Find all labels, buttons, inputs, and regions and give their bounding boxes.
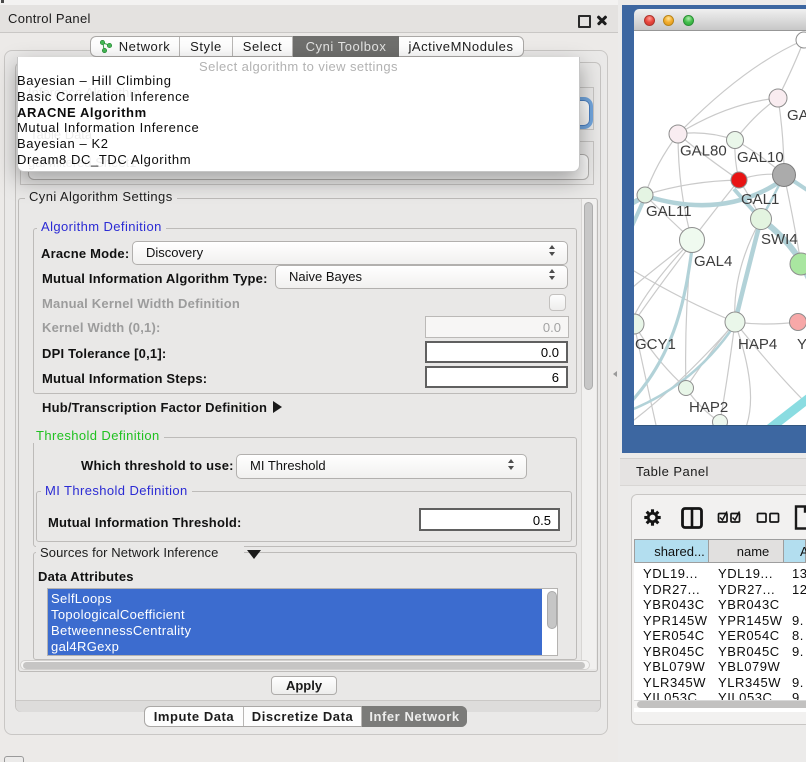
svg-text:Y: Y xyxy=(797,336,806,353)
svg-text:GAL1: GAL1 xyxy=(741,191,779,208)
svg-text:HAP2: HAP2 xyxy=(689,399,728,416)
svg-text:HAP4: HAP4 xyxy=(738,336,777,353)
svg-text:SWI4: SWI4 xyxy=(761,231,798,248)
svg-text:GAL4: GAL4 xyxy=(694,253,732,270)
svg-text:GCY1: GCY1 xyxy=(635,336,676,353)
svg-text:GAL10: GAL10 xyxy=(737,149,784,166)
svg-text:GAL80: GAL80 xyxy=(680,143,727,160)
svg-text:GAL11: GAL11 xyxy=(646,203,692,220)
svg-text:GAL: GAL xyxy=(787,107,806,124)
